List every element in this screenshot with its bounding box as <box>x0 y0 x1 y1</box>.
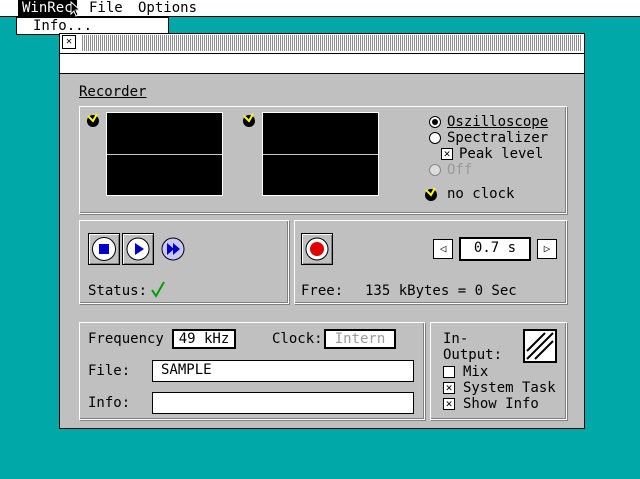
record-button[interactable] <box>301 233 333 265</box>
system-task-label[interactable]: System Task <box>463 380 556 396</box>
mouse-cursor-icon <box>70 1 82 17</box>
time-increase-button[interactable]: ▷ <box>537 239 557 259</box>
peak-level-label[interactable]: Peak level <box>459 146 543 162</box>
scope-right-popup-icon[interactable] <box>242 113 256 127</box>
recorder-panel: Oszilloscope Spectralizer ✕ Peak level O… <box>79 106 567 214</box>
menu-item-info[interactable]: Info... <box>33 18 92 34</box>
spectralizer-radio[interactable] <box>429 132 441 144</box>
mix-checkbox[interactable] <box>443 366 455 378</box>
oscilloscope-display-right <box>262 112 379 196</box>
show-info-checkbox[interactable]: ✕ <box>443 398 455 410</box>
clock-button[interactable]: Intern <box>324 329 396 349</box>
io-panel: In- Output: Mix ✕ System Task ✕ Show Inf… <box>430 322 567 420</box>
menu-winrec[interactable]: WinRec <box>18 0 77 16</box>
close-box-icon[interactable]: ✕ <box>62 35 76 49</box>
system-task-checkbox[interactable]: ✕ <box>443 382 455 394</box>
stop-button[interactable] <box>88 233 120 265</box>
transport-panel: Status: <box>79 220 289 304</box>
oscilloscope-display-left <box>106 112 223 196</box>
free-value: 135 kBytes = 0 Sec <box>365 283 517 299</box>
scope-left-popup-icon[interactable] <box>86 113 100 127</box>
mix-label[interactable]: Mix <box>463 364 488 380</box>
info-bar <box>60 54 584 74</box>
winrec-window: ✕ Recorder Oszilloscope Spectralizer ✕ P… <box>59 33 585 429</box>
oszilloscope-label[interactable]: Oszilloscope <box>447 114 548 130</box>
io-label-line1: In- <box>443 331 469 347</box>
play-loop-button-icon[interactable] <box>160 237 186 261</box>
clock-label: Clock: <box>272 331 323 347</box>
file-name-field[interactable]: SAMPLE <box>152 360 414 382</box>
time-display-button[interactable]: 0.7 s <box>459 237 531 261</box>
spectralizer-label[interactable]: Spectralizer <box>447 130 548 146</box>
time-decrease-button[interactable]: ◁ <box>433 239 453 259</box>
off-radio[interactable] <box>429 164 441 176</box>
frequency-label: Frequency <box>88 331 164 347</box>
clock-popup-icon[interactable] <box>424 187 438 201</box>
no-clock-label: no clock <box>447 186 515 202</box>
info-label: Info: <box>88 395 131 411</box>
info-field[interactable] <box>152 392 414 414</box>
record-icon <box>305 237 329 261</box>
menu-bar: WinRec File Options <box>0 0 640 17</box>
menu-file[interactable]: File <box>85 0 127 16</box>
play-button[interactable] <box>122 233 154 265</box>
off-label[interactable]: Off <box>447 162 472 178</box>
menu-options[interactable]: Options <box>134 0 201 16</box>
io-settings-icon[interactable] <box>523 329 557 363</box>
record-panel: ◁ 0.7 s ▷ Free: 135 kBytes = 0 Sec <box>294 220 567 304</box>
show-info-label[interactable]: Show Info <box>463 396 539 412</box>
io-label-line2: Output: <box>443 347 503 363</box>
title-bar[interactable]: ✕ <box>60 34 584 54</box>
title-bar-pattern <box>82 35 582 51</box>
status-label: Status: <box>88 283 148 299</box>
settings-panel: Frequency 49 kHz Clock: Intern File: SAM… <box>79 322 425 420</box>
peak-level-checkbox[interactable]: ✕ <box>441 148 453 160</box>
check-icon <box>151 281 165 298</box>
frequency-button[interactable]: 49 kHz <box>172 329 236 349</box>
file-label: File: <box>88 363 131 379</box>
free-label: Free: <box>301 283 344 299</box>
play-icon <box>126 237 150 261</box>
stop-icon <box>99 244 109 254</box>
oszilloscope-radio[interactable] <box>429 116 441 128</box>
recorder-label: Recorder <box>79 84 147 100</box>
